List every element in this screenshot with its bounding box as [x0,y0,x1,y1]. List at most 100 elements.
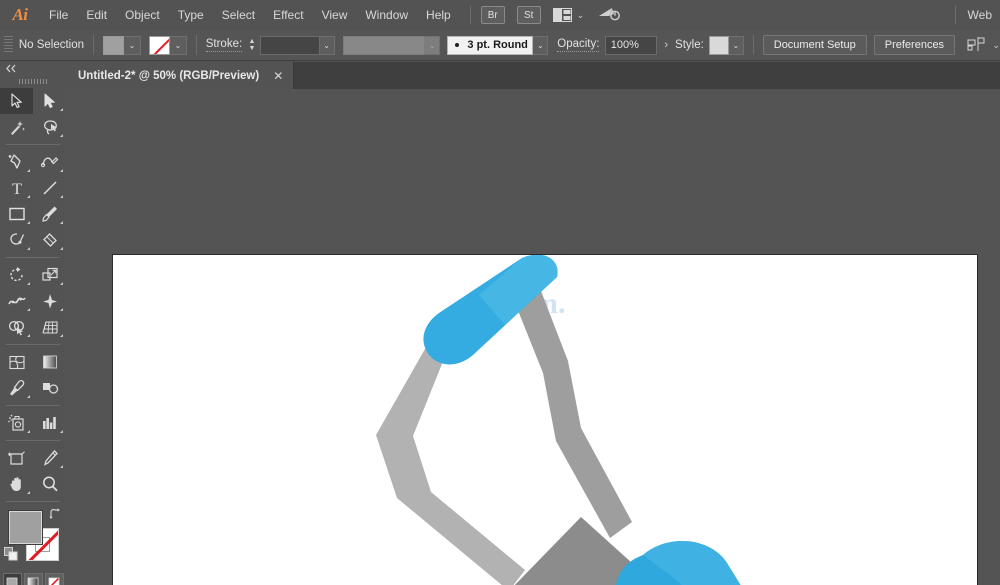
app-logo-icon: Ai [0,0,40,30]
line-segment-tool[interactable] [33,175,66,201]
stroke-weight-label[interactable]: Stroke: [206,38,242,52]
variable-width-chevron-down-icon[interactable]: ⌄ [425,36,440,55]
tools-panel-grip[interactable] [0,75,66,88]
artboard-tool[interactable] [0,445,33,471]
control-divider-1 [93,35,94,55]
symbol-sprayer-tool[interactable] [0,410,33,436]
brush-dot-icon [455,43,459,47]
menu-view[interactable]: View [313,0,357,30]
eraser-tool[interactable] [33,227,66,253]
stroke-swatch-none[interactable] [149,36,170,55]
workspace-divider [955,6,956,24]
rectangle-tool[interactable] [0,201,33,227]
magic-wand-tool[interactable] [0,114,33,140]
stock-icon[interactable]: St [517,6,541,24]
opacity-label[interactable]: Opacity: [557,38,599,52]
paintbrush-tool[interactable] [33,201,66,227]
blend-tool[interactable] [33,375,66,401]
style-chevron-down-icon[interactable]: ⌄ [729,36,744,55]
graphic-style-swatch[interactable] [709,36,729,55]
color-mode-button[interactable] [3,573,22,585]
column-graph-tool[interactable] [33,410,66,436]
align-to-artboard-icon[interactable] [967,36,987,55]
stroke-weight-chevron-down-icon[interactable]: ⌄ [320,36,335,55]
menu-type[interactable]: Type [169,0,213,30]
style-label: Style: [675,39,704,51]
tools-divider-1 [6,144,60,145]
stock-search-icon[interactable] [598,6,620,25]
stroke-weight-input[interactable] [260,36,320,55]
document-tab-title: Untitled-2* @ 50% (RGB/Preview) [78,70,259,82]
menu-select[interactable]: Select [213,0,264,30]
stroke-color-control[interactable]: ⌄ [149,36,187,55]
tools-panel-collapse-button[interactable] [0,62,66,75]
workspace-label[interactable]: Web [968,8,1000,22]
mesh-tool[interactable] [0,349,33,375]
opacity-expand-icon[interactable]: › [664,39,668,51]
illustrator-window: Ai File Edit Object Type Select Effect V… [0,0,1000,585]
fill-proxy-swatch[interactable] [9,511,42,544]
menu-window[interactable]: Window [356,0,417,30]
document-tab[interactable]: Untitled-2* @ 50% (RGB/Preview) ✕ [66,62,294,89]
fill-stroke-proxy [0,507,66,569]
tools-divider-4 [6,405,60,406]
lasso-tool[interactable] [33,114,66,140]
swap-fill-stroke-icon[interactable] [49,508,62,523]
menu-object[interactable]: Object [116,0,169,30]
document-setup-button[interactable]: Document Setup [763,35,867,55]
gradient-mode-button[interactable] [24,573,43,585]
arrange-documents-icon[interactable]: ⌄ [553,8,585,22]
menu-file[interactable]: File [40,0,77,30]
stroke-weight-stepper[interactable]: ▲▼ [247,35,257,55]
tools-divider-6 [6,501,60,502]
stroke-chevron-down-icon[interactable]: ⌄ [170,36,187,55]
tools-divider-5 [6,440,60,441]
direct-selection-tool[interactable] [33,88,66,114]
curvature-tool[interactable] [33,149,66,175]
fill-control[interactable]: ⌄ [103,36,141,55]
variable-width-profile-input[interactable] [343,36,426,55]
fill-swatch[interactable] [103,36,124,55]
crutch-illustration[interactable]: ystem. [113,255,979,585]
width-tool[interactable] [0,288,33,314]
type-tool[interactable]: T [0,175,33,201]
menu-edit[interactable]: Edit [77,0,116,30]
artboard[interactable]: ystem. [112,254,978,585]
svg-text:T: T [12,181,22,197]
none-mode-button[interactable] [45,573,64,585]
hand-tool[interactable] [0,471,33,497]
gradient-tool[interactable] [33,349,66,375]
control-panel-grip[interactable] [4,36,13,54]
eyedropper-tool[interactable] [0,375,33,401]
double-chevron-left-icon [5,64,17,73]
scale-tool[interactable] [33,262,66,288]
menubar-divider [470,6,471,24]
zoom-tool[interactable] [33,471,66,497]
fill-chevron-down-icon[interactable]: ⌄ [124,36,141,55]
align-chevron-down-icon[interactable]: ⌄ [992,40,1000,51]
tools-divider-2 [6,257,60,258]
opacity-input[interactable]: 100% [605,36,658,55]
pen-tool[interactable] [0,149,33,175]
selection-status-label: No Selection [19,39,84,51]
preferences-button[interactable]: Preferences [874,35,955,55]
control-divider-3 [753,35,754,55]
brush-definition-input[interactable]: 3 pt. Round [447,36,533,55]
canvas-area[interactable]: ystem. [66,89,1000,585]
free-transform-tool[interactable] [33,288,66,314]
shape-builder-tool[interactable] [0,314,33,340]
perspective-grid-tool[interactable] [33,314,66,340]
shaper-tool[interactable] [0,227,33,253]
arrange-chevron-down-icon[interactable]: ⌄ [577,10,585,21]
menu-effect[interactable]: Effect [264,0,312,30]
bridge-icon[interactable]: Br [481,6,505,24]
control-panel: No Selection ⌄ ⌄ Stroke: ▲▼ ⌄ ⌄ 3 pt. Ro… [0,30,1000,61]
close-icon[interactable]: ✕ [273,69,283,83]
menu-help[interactable]: Help [417,0,460,30]
brush-definition-chevron-down-icon[interactable]: ⌄ [533,36,548,55]
color-mode-buttons [0,573,66,585]
default-fill-stroke-icon[interactable] [4,547,19,565]
slice-tool[interactable] [33,445,66,471]
rotate-tool[interactable] [0,262,33,288]
selection-tool[interactable] [0,88,33,114]
